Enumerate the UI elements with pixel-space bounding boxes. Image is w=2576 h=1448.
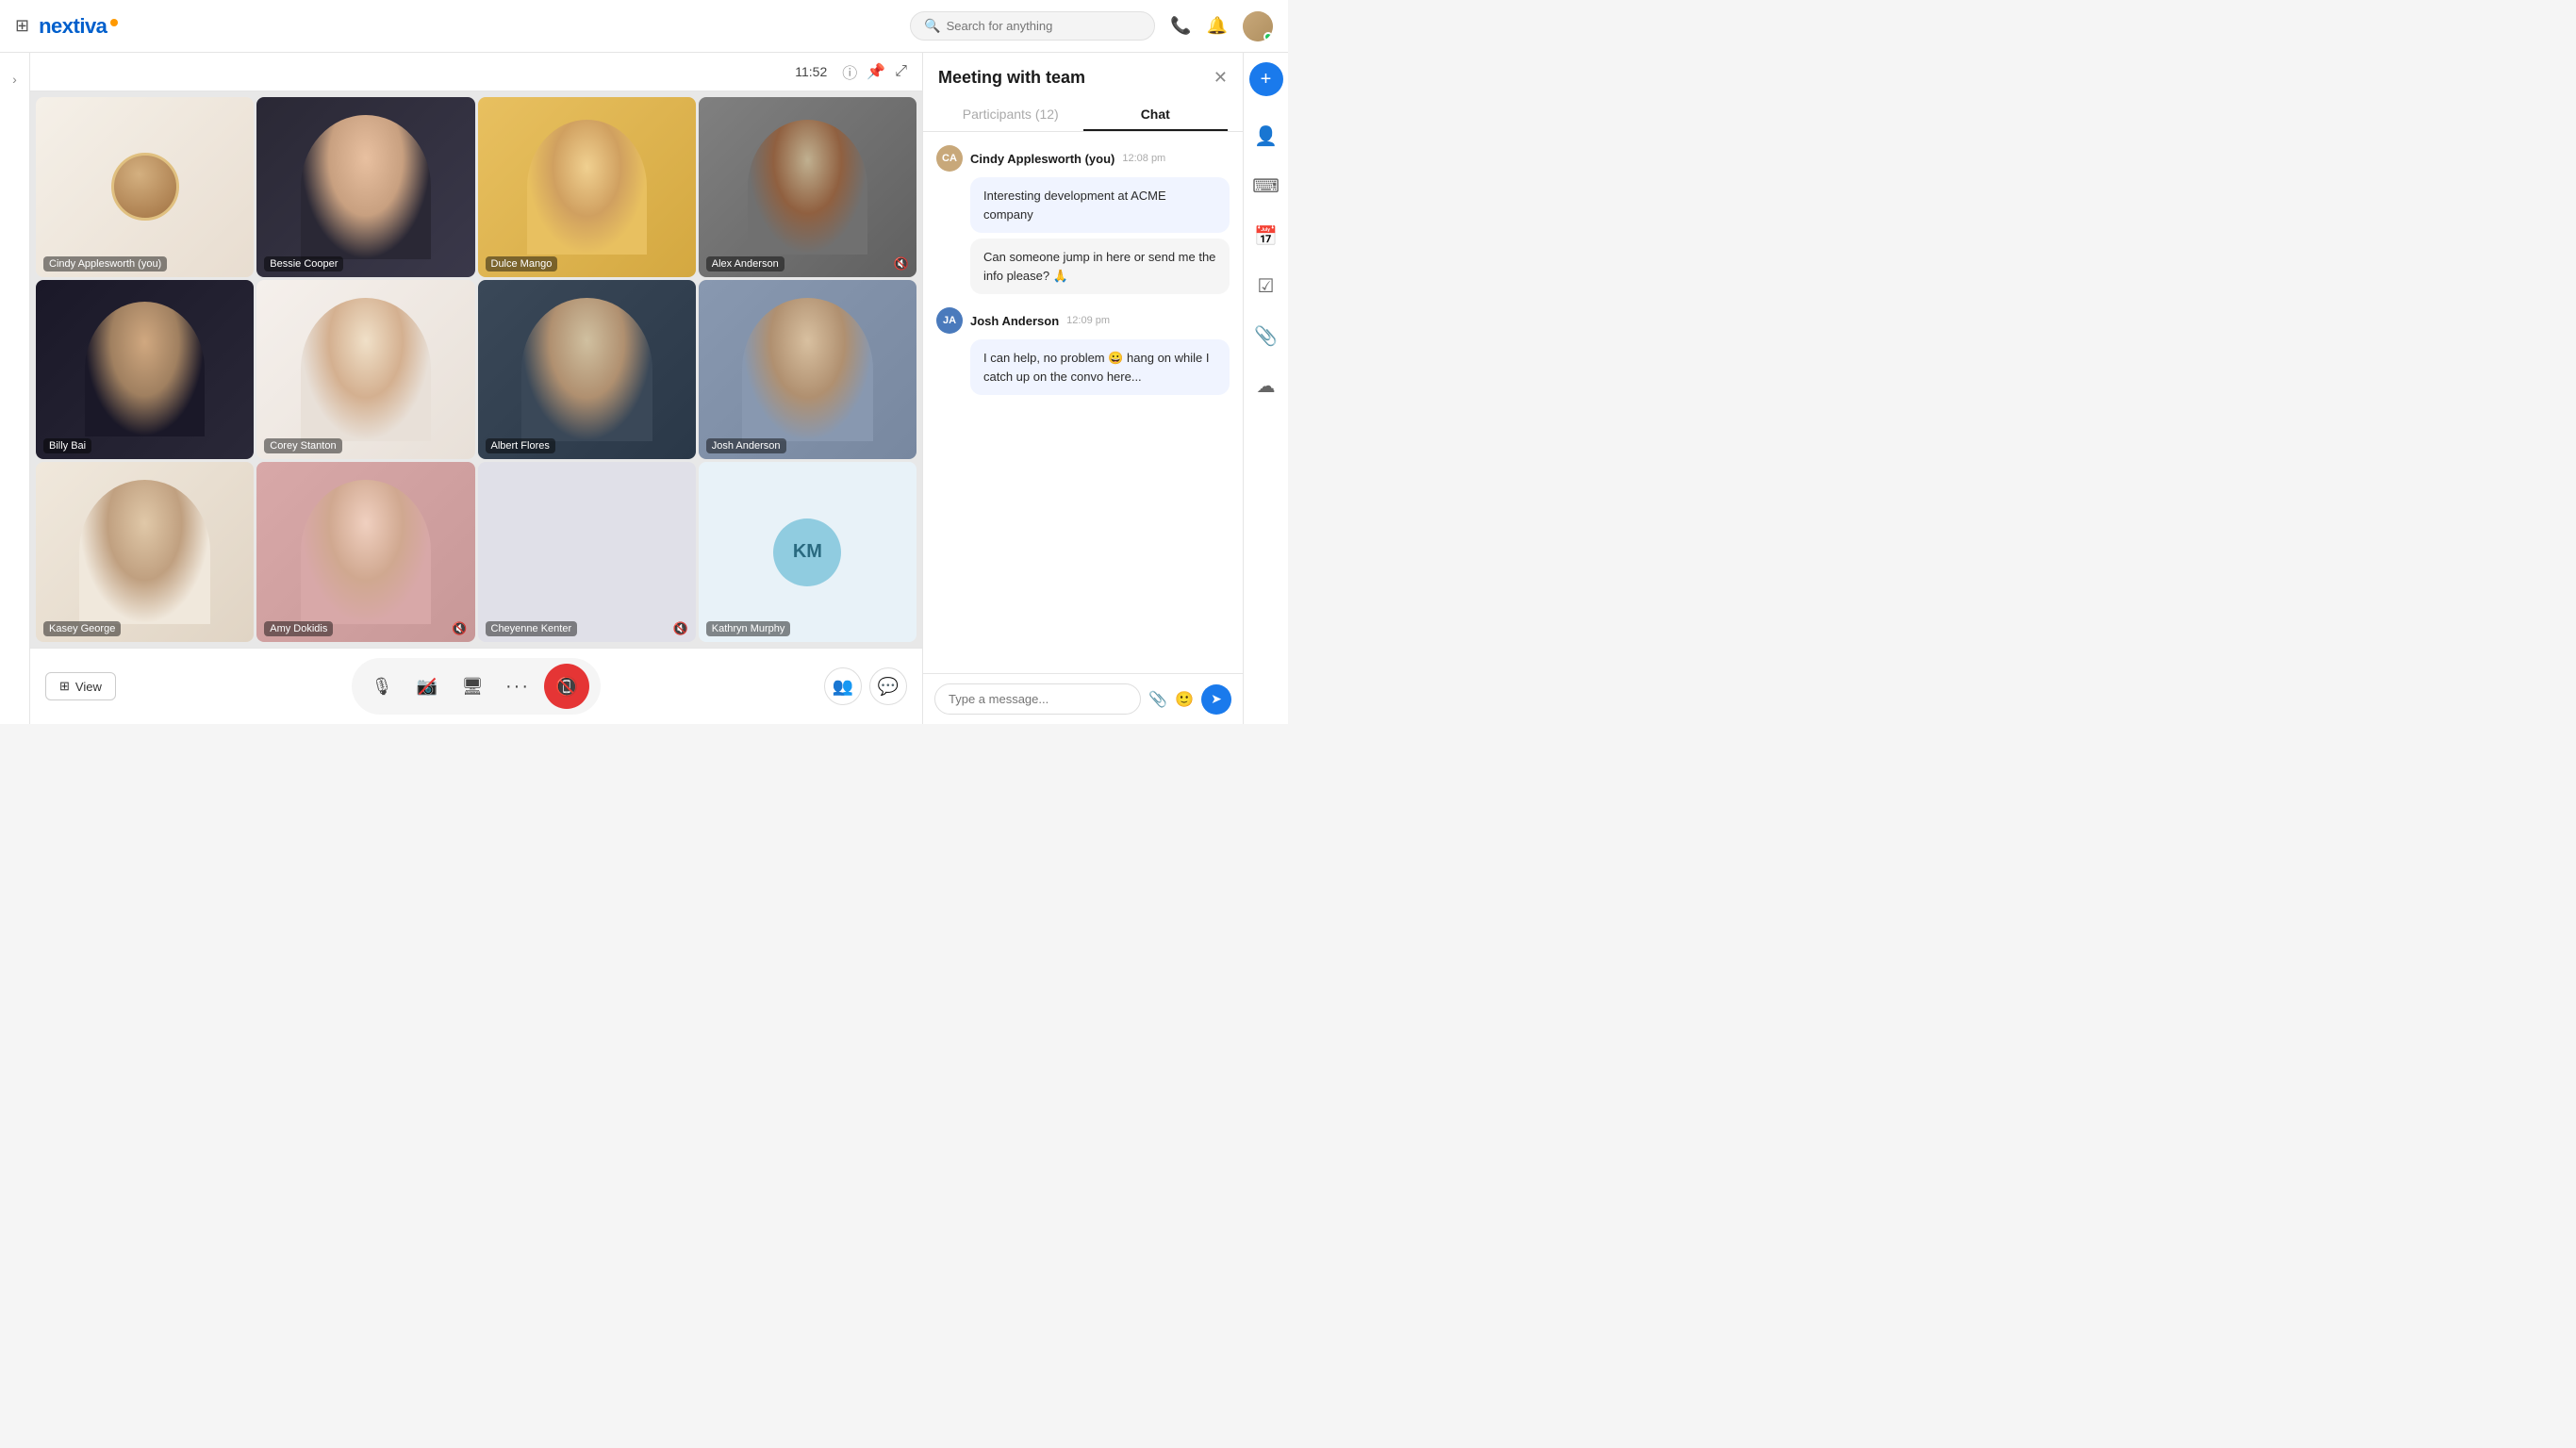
video-cell-kasey: Kasey George [36, 462, 254, 642]
participant-label-billy: Billy Bai [43, 438, 91, 453]
video-area: 11:52 ⓘ 📌 ⤢ Cindy Applesworth (you) [30, 53, 922, 724]
online-indicator [1263, 32, 1273, 41]
mute-indicator-amy: 🔇 [452, 621, 467, 636]
participant-label-cindy: Cindy Applesworth (you) [43, 256, 167, 272]
participant-label-josh: Josh Anderson [706, 438, 786, 453]
calendar-icon[interactable]: 📅 [1248, 219, 1283, 254]
logo-text: nextiva [39, 14, 107, 39]
mute-indicator-alex: 🔇 [894, 256, 909, 272]
video-cell-josh: Josh Anderson [699, 280, 916, 460]
tasks-icon[interactable]: ☑ [1252, 269, 1280, 304]
chat-area: CA Cindy Applesworth (you) 12:08 pm Inte… [923, 132, 1243, 673]
chat-sender-cindy: Cindy Applesworth (you) [970, 152, 1115, 166]
right-ctrl-btns: 👥 💬 [824, 667, 907, 705]
right-panel: Meeting with team ✕ Participants (12) Ch… [922, 53, 1243, 724]
chat-time-2: 12:09 pm [1066, 315, 1110, 326]
pin-icon[interactable]: 📌 [867, 62, 885, 81]
bell-icon[interactable]: 🔔 [1207, 16, 1228, 36]
emoji-icon[interactable]: 🙂 [1175, 690, 1194, 709]
chat-bubble-2a: I can help, no problem 😀 hang on while I… [970, 339, 1230, 395]
end-call-button[interactable]: 📵 [544, 664, 589, 709]
video-cell-bessie: Bessie Cooper [256, 97, 474, 277]
mute-indicator-cheyenne: 🔇 [673, 621, 688, 636]
chat-input[interactable] [934, 683, 1141, 715]
far-right-sidebar: + 👤 ⌨ 📅 ☑ 📎 ☁ [1243, 53, 1288, 724]
send-button[interactable]: ➤ [1201, 684, 1231, 715]
chat-time-1: 12:08 pm [1122, 153, 1165, 164]
chat-meta-1: CA Cindy Applesworth (you) 12:08 pm [936, 145, 1230, 172]
video-cell-billy: Billy Bai [36, 280, 254, 460]
video-toolbar: 11:52 ⓘ 📌 ⤢ [30, 53, 922, 91]
video-cell-amy: Amy Dokidis 🔇 [256, 462, 474, 642]
participant-label-alex: Alex Anderson [706, 256, 784, 272]
participant-label-kasey: Kasey George [43, 621, 121, 636]
video-cell-cindy: Cindy Applesworth (you) [36, 97, 254, 277]
search-bar[interactable]: 🔍 [910, 11, 1155, 41]
participant-label-amy: Amy Dokidis [264, 621, 333, 636]
search-input[interactable] [947, 19, 1135, 33]
chat-bubble-1b: Can someone jump in here or send me the … [970, 239, 1230, 294]
topnav: ⊞ nextiva 🔍 📞 🔔 [0, 0, 1288, 53]
cloud-icon[interactable]: ☁ [1251, 369, 1281, 403]
mic-button[interactable]: 🎙 [363, 667, 401, 705]
participants-button[interactable]: 👥 [824, 667, 862, 705]
tab-participants[interactable]: Participants (12) [938, 99, 1083, 131]
panel-title-row: Meeting with team ✕ [938, 68, 1228, 88]
add-button[interactable]: + [1249, 62, 1283, 96]
chat-message-2: JA Josh Anderson 12:09 pm I can help, no… [936, 307, 1230, 395]
camera-button[interactable]: 📷 [408, 667, 446, 705]
control-pills: 🎙 📷 🖥 ··· 📵 [352, 658, 601, 715]
video-cell-kathryn: KM Kathryn Murphy [699, 462, 916, 642]
more-button[interactable]: ··· [499, 667, 537, 705]
video-cell-alex: Alex Anderson 🔇 [699, 97, 916, 277]
participant-label-corey: Corey Stanton [264, 438, 341, 453]
panel-close-button[interactable]: ✕ [1214, 68, 1228, 88]
view-label: View [75, 680, 102, 694]
video-grid: Cindy Applesworth (you) Bessie Cooper Du… [30, 91, 922, 648]
participant-label-bessie: Bessie Cooper [264, 256, 343, 272]
participant-label-albert: Albert Flores [486, 438, 555, 453]
participant-label-dulce: Dulce Mango [486, 256, 558, 272]
meeting-time: 11:52 [795, 64, 827, 79]
attachment-icon[interactable]: 📎 [1148, 690, 1167, 709]
search-icon: 🔍 [924, 18, 940, 34]
chat-meta-2: JA Josh Anderson 12:09 pm [936, 307, 1230, 334]
view-button[interactable]: ⊞ View [45, 672, 116, 700]
logo-dot [110, 19, 118, 26]
chat-message-1: CA Cindy Applesworth (you) 12:08 pm Inte… [936, 145, 1230, 294]
info-icon[interactable]: ⓘ [842, 60, 857, 83]
paperclip-icon[interactable]: 📎 [1248, 319, 1283, 354]
chat-button[interactable]: 💬 [869, 667, 907, 705]
logo: nextiva [39, 14, 118, 39]
grid-view-icon: ⊞ [59, 679, 70, 694]
nav-icons: 📞 🔔 [1170, 11, 1273, 41]
chevron-right-icon: › [12, 72, 17, 87]
video-cell-cheyenne: Cheyenne Kenter 🔇 [478, 462, 696, 642]
grid-icon[interactable]: ⊞ [15, 16, 29, 36]
participant-label-kathryn: Kathryn Murphy [706, 621, 791, 636]
main-layout: › 11:52 ⓘ 📌 ⤢ Cindy Applesworth (you) [0, 53, 1288, 724]
chat-avatar-cindy: CA [936, 145, 963, 172]
video-controls: ⊞ View 🎙 📷 🖥 ··· 📵 👥 💬 [30, 648, 922, 724]
avatar[interactable] [1243, 11, 1273, 41]
sidebar-toggle[interactable]: › [0, 53, 30, 724]
phone-icon[interactable]: 📞 [1170, 16, 1191, 36]
panel-title: Meeting with team [938, 68, 1085, 88]
contact-icon[interactable]: 👤 [1248, 119, 1283, 154]
panel-tabs: Participants (12) Chat [938, 99, 1228, 131]
video-cell-dulce: Dulce Mango [478, 97, 696, 277]
chat-sender-josh: Josh Anderson [970, 314, 1059, 328]
tab-chat[interactable]: Chat [1083, 99, 1229, 131]
panel-header: Meeting with team ✕ Participants (12) Ch… [923, 53, 1243, 132]
expand-icon[interactable]: ⤢ [895, 63, 907, 80]
video-cell-corey: Corey Stanton [256, 280, 474, 460]
chat-avatar-josh: JA [936, 307, 963, 334]
keypad-icon[interactable]: ⌨ [1247, 169, 1285, 204]
participant-label-cheyenne: Cheyenne Kenter [486, 621, 578, 636]
chat-input-area: 📎 🙂 ➤ [923, 673, 1243, 724]
screenshare-button[interactable]: 🖥 [454, 667, 491, 705]
chat-bubble-1a: Interesting development at ACME company [970, 177, 1230, 233]
video-cell-albert: Albert Flores [478, 280, 696, 460]
